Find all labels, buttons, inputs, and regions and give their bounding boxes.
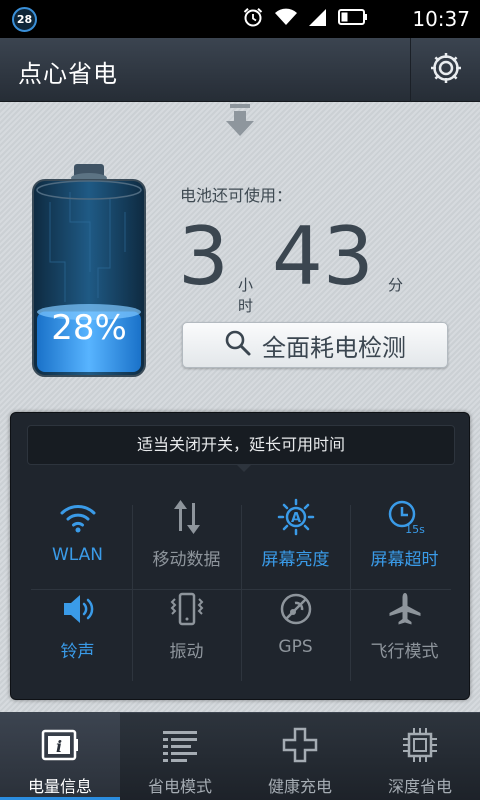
list-icon — [120, 725, 240, 765]
nav-label: 电量信息 — [27, 777, 92, 796]
info-icon: i — [0, 725, 120, 765]
airplane-icon — [350, 589, 459, 629]
switch-screen-timeout[interactable]: 15s 屏幕超时 — [350, 497, 459, 589]
switch-label: 飞行模式 — [370, 642, 439, 662]
switch-vibrate[interactable]: 振动 — [132, 589, 241, 681]
svg-text:A: A — [290, 511, 300, 526]
wifi-icon — [274, 7, 298, 31]
battery-percent: 28% — [51, 308, 127, 348]
bottom-nav: i 电量信息 省电模式 健康充电 深度省电 — [0, 712, 480, 800]
switch-mobile-data[interactable]: 移动数据 — [132, 497, 241, 589]
nav-label: 深度省电 — [387, 777, 452, 796]
alarm-clock-icon — [242, 6, 264, 32]
plus-icon — [240, 725, 360, 765]
switch-brightness[interactable]: A 屏幕亮度 — [241, 497, 350, 589]
nav-label: 省电模式 — [147, 777, 212, 796]
switch-label: 屏幕亮度 — [261, 550, 330, 570]
nav-power-mode[interactable]: 省电模式 — [120, 713, 240, 800]
remaining-minutes: 43 — [272, 210, 374, 303]
nav-deep-save[interactable]: 深度省电 — [360, 713, 480, 800]
switch-label: WLAN — [51, 545, 104, 565]
switch-grid: WLAN 移动数据 A 屏幕亮度 15s 屏幕超时 铃声 振动 GPS 飞行模式 — [23, 497, 459, 687]
switch-panel: 适当关闭开关，延长可用时间 WLAN 移动数据 A 屏幕亮度 15s 屏幕超时 … — [10, 412, 470, 700]
chip-icon — [360, 725, 480, 765]
search-icon — [224, 329, 252, 361]
status-bar: 28 10:37 — [0, 0, 480, 38]
remaining-label: 电池还可使用： — [180, 186, 293, 205]
switch-wlan[interactable]: WLAN — [23, 497, 132, 589]
full-check-button[interactable]: 全面耗电检测 — [182, 322, 448, 368]
brightness-icon: A — [241, 497, 350, 537]
timeout-badge: 15s — [405, 523, 425, 536]
speaker-icon — [23, 589, 132, 629]
switch-label: GPS — [278, 637, 313, 657]
nav-healthy-charge[interactable]: 健康充电 — [240, 713, 360, 800]
tip-caret — [237, 465, 251, 472]
switch-label: 振动 — [169, 642, 204, 662]
vibrate-icon — [132, 589, 241, 629]
battery-gauge: 28% — [30, 162, 148, 382]
data-arrows-icon — [132, 497, 241, 537]
hours-unit: 小时 — [238, 276, 254, 315]
switch-airplane[interactable]: 飞行模式 — [350, 589, 459, 681]
switch-label: 移动数据 — [152, 550, 221, 570]
switch-gps[interactable]: GPS — [241, 589, 350, 681]
switch-label: 屏幕超时 — [370, 550, 439, 570]
full-check-label: 全面耗电检测 — [262, 333, 406, 362]
app-title: 点心省电 — [18, 60, 118, 88]
battery-icon — [338, 8, 368, 30]
title-bar: 点心省电 — [0, 38, 480, 102]
timeout-clock-icon: 15s — [350, 497, 459, 537]
switch-label: 铃声 — [60, 642, 95, 662]
notification-badge: 28 — [12, 7, 37, 32]
signal-icon — [308, 7, 328, 31]
status-icons — [242, 6, 368, 32]
switch-ringer[interactable]: 铃声 — [23, 589, 132, 681]
svg-text:i: i — [56, 737, 62, 756]
gps-icon — [241, 589, 350, 629]
main-area: 28% 电池还可使用： 3 小时 43 分 全面耗电检测 适当关闭开关，延长可用… — [0, 102, 480, 712]
minutes-unit: 分 — [388, 276, 404, 294]
gear-icon — [428, 50, 464, 90]
wifi-icon — [23, 497, 132, 537]
tip-banner: 适当关闭开关，延长可用时间 — [27, 425, 455, 465]
nav-battery-info[interactable]: i 电量信息 — [0, 713, 120, 800]
nav-label: 健康充电 — [267, 777, 332, 796]
clock: 10:37 — [412, 7, 470, 31]
remaining-hours: 3 — [178, 210, 229, 303]
pull-down-arrow-icon[interactable] — [224, 104, 256, 142]
settings-button[interactable] — [410, 38, 480, 102]
